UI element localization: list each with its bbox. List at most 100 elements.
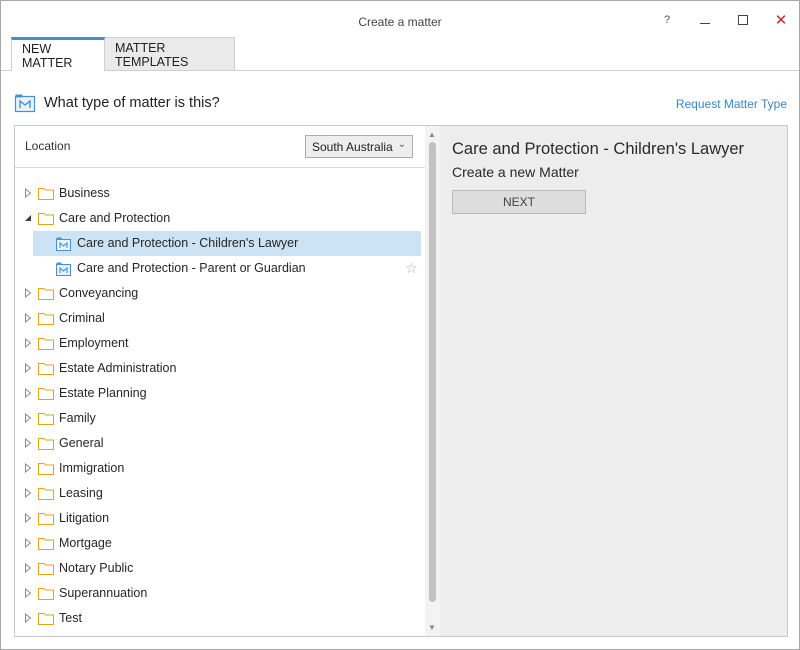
collapsed-arrow-icon[interactable] bbox=[24, 362, 32, 374]
tree-item-conveyancing[interactable]: Conveyancing bbox=[15, 281, 423, 306]
scroll-down-arrow-icon[interactable]: ▼ bbox=[428, 623, 436, 632]
folder-icon bbox=[38, 312, 54, 325]
folder-icon bbox=[38, 287, 54, 300]
tab-new-matter[interactable]: NEW MATTER bbox=[11, 37, 105, 71]
tab-divider bbox=[1, 70, 799, 71]
tree-item-label: Mortgage bbox=[59, 536, 112, 550]
tree-item-litigation[interactable]: Litigation bbox=[15, 506, 423, 531]
page-title: What type of matter is this? bbox=[44, 95, 220, 111]
minimize-button[interactable] bbox=[695, 11, 715, 29]
folder-icon bbox=[38, 437, 54, 450]
folder-icon bbox=[38, 537, 54, 550]
collapsed-arrow-icon[interactable] bbox=[24, 337, 32, 349]
tree-item-label: Litigation bbox=[59, 511, 110, 525]
detail-subtitle: Create a new Matter bbox=[452, 164, 579, 180]
matter-type-panel: Location South Australia ⌄ Business Care … bbox=[14, 125, 440, 637]
tree-item-label: General bbox=[59, 436, 104, 450]
collapsed-arrow-icon[interactable] bbox=[24, 412, 32, 424]
next-button[interactable]: NEXT bbox=[452, 190, 586, 214]
folder-icon bbox=[38, 562, 54, 575]
collapsed-arrow-icon[interactable] bbox=[24, 387, 32, 399]
title-bar: Create a matter ? ✕ bbox=[1, 1, 799, 37]
help-button[interactable]: ? bbox=[657, 11, 677, 29]
folder-icon bbox=[38, 587, 54, 600]
tree-item-employment[interactable]: Employment bbox=[15, 331, 423, 356]
tree-item-family[interactable]: Family bbox=[15, 406, 423, 431]
matter-type-tree: Business Care and Protection Care and Prot… bbox=[15, 181, 423, 631]
matter-detail-panel: Care and Protection - Children's Lawyer … bbox=[440, 125, 788, 637]
collapsed-arrow-icon[interactable] bbox=[24, 187, 32, 199]
tree-item-notary-public[interactable]: Notary Public bbox=[15, 556, 423, 581]
window-title: Create a matter bbox=[358, 15, 442, 29]
folder-icon bbox=[38, 412, 54, 425]
minimize-icon bbox=[700, 22, 710, 24]
tree-item-business[interactable]: Business bbox=[15, 181, 423, 206]
tree-item-label: Notary Public bbox=[59, 561, 134, 575]
tree-item-label: Criminal bbox=[59, 311, 105, 325]
tree-item-superannuation[interactable]: Superannuation bbox=[15, 581, 423, 606]
tree-item-label: Estate Administration bbox=[59, 361, 177, 375]
collapsed-arrow-icon[interactable] bbox=[24, 312, 32, 324]
matter-type-icon bbox=[56, 262, 71, 276]
folder-icon bbox=[38, 212, 54, 225]
tab-matter-templates[interactable]: MATTER TEMPLATES bbox=[105, 37, 235, 71]
location-select[interactable]: South Australia ⌄ bbox=[305, 135, 413, 158]
location-selected-value: South Australia bbox=[312, 140, 393, 154]
tree-item-label: Conveyancing bbox=[59, 286, 139, 300]
location-row: Location South Australia ⌄ bbox=[15, 126, 425, 168]
detail-title: Care and Protection - Children's Lawyer bbox=[452, 140, 745, 158]
tree-item-label: Test bbox=[59, 611, 82, 625]
expanded-arrow-icon[interactable] bbox=[24, 212, 32, 222]
collapsed-arrow-icon[interactable] bbox=[24, 562, 32, 574]
folder-icon bbox=[38, 187, 54, 200]
collapsed-arrow-icon[interactable] bbox=[24, 537, 32, 549]
tree-item-leasing[interactable]: Leasing bbox=[15, 481, 423, 506]
folder-icon bbox=[38, 512, 54, 525]
tree-item-care-and-protection[interactable]: Care and Protection bbox=[15, 206, 423, 231]
tree-item-criminal[interactable]: Criminal bbox=[15, 306, 423, 331]
close-button[interactable]: ✕ bbox=[771, 11, 791, 29]
maximize-button[interactable] bbox=[733, 11, 753, 29]
collapsed-arrow-icon[interactable] bbox=[24, 487, 32, 499]
tree-item-estate-planning[interactable]: Estate Planning bbox=[15, 381, 423, 406]
tree-item-immigration[interactable]: Immigration bbox=[15, 456, 423, 481]
tree-scrollbar[interactable]: ▲ ▼ bbox=[425, 126, 440, 636]
location-label: Location bbox=[25, 139, 71, 153]
scroll-thumb[interactable] bbox=[429, 142, 436, 602]
collapsed-arrow-icon[interactable] bbox=[24, 587, 32, 599]
tree-item-label: Family bbox=[59, 411, 96, 425]
tree-subitem-label: Care and Protection - Children's Lawyer bbox=[77, 236, 299, 250]
tree-item-label: Care and Protection bbox=[59, 211, 171, 225]
tree-item-label: Business bbox=[59, 186, 110, 200]
tree-item-estate-administration[interactable]: Estate Administration bbox=[15, 356, 423, 381]
tree-subitem-label: Care and Protection - Parent or Guardian bbox=[77, 261, 306, 275]
matter-type-icon bbox=[56, 237, 71, 251]
tree-item-label: Superannuation bbox=[59, 586, 148, 600]
collapsed-arrow-icon[interactable] bbox=[24, 287, 32, 299]
folder-icon bbox=[38, 462, 54, 475]
create-matter-window: Create a matter ? ✕ NEW MATTER MATTER TE… bbox=[0, 0, 800, 650]
request-matter-type-link[interactable]: Request Matter Type bbox=[676, 97, 787, 111]
collapsed-arrow-icon[interactable] bbox=[24, 512, 32, 524]
tree-item-general[interactable]: General bbox=[15, 431, 423, 456]
matter-type-icon bbox=[14, 94, 36, 113]
tree-item-label: Leasing bbox=[59, 486, 103, 500]
tree-item-mortgage[interactable]: Mortgage bbox=[15, 531, 423, 556]
tree-subitem-care-and-protection-parent-or-guardian[interactable]: Care and Protection - Parent or Guardian… bbox=[15, 256, 423, 281]
folder-icon bbox=[38, 362, 54, 375]
collapsed-arrow-icon[interactable] bbox=[24, 437, 32, 449]
folder-icon bbox=[38, 612, 54, 625]
tab-bar: NEW MATTER MATTER TEMPLATES bbox=[11, 37, 235, 71]
maximize-icon bbox=[738, 15, 748, 25]
tree-item-label: Immigration bbox=[59, 461, 125, 475]
folder-icon bbox=[38, 487, 54, 500]
folder-icon bbox=[38, 387, 54, 400]
star-icon[interactable]: ☆ bbox=[405, 260, 418, 277]
tree-item-label: Employment bbox=[59, 336, 129, 350]
collapsed-arrow-icon[interactable] bbox=[24, 612, 32, 624]
collapsed-arrow-icon[interactable] bbox=[24, 462, 32, 474]
tree-item-label: Estate Planning bbox=[59, 386, 147, 400]
scroll-up-arrow-icon[interactable]: ▲ bbox=[428, 130, 436, 139]
tree-subitem-care-and-protection-children-s-lawyer[interactable]: Care and Protection - Children's Lawyer bbox=[15, 231, 423, 256]
tree-item-test[interactable]: Test bbox=[15, 606, 423, 631]
